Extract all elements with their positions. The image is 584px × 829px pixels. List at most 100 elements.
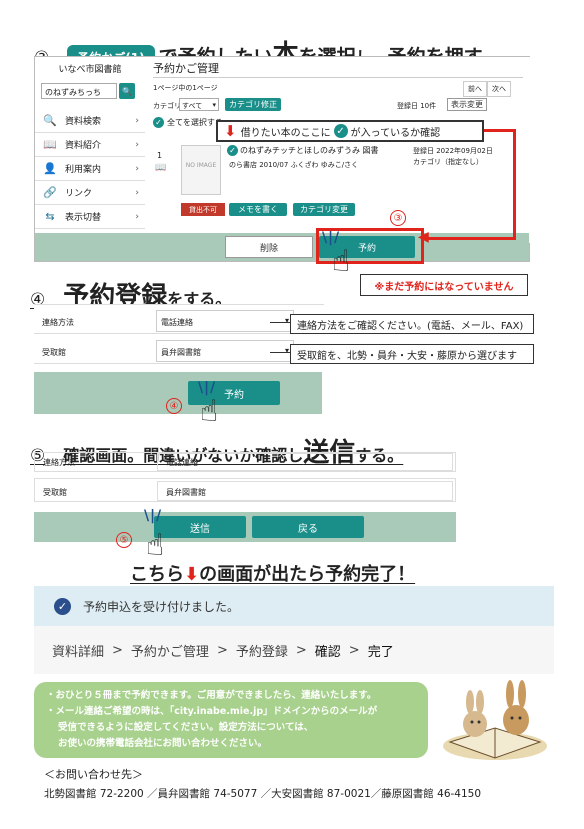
sidebar-item-4[interactable]: ⇆ 表示切替 › <box>35 205 145 229</box>
switch-icon: ⇆ <box>45 210 55 223</box>
category-change-button[interactable]: カテゴリ変更 <box>293 203 355 216</box>
chevron-right-icon: › <box>135 187 139 198</box>
book-icon: 📖 <box>43 138 57 151</box>
page-count: 1ページ中の1ページ <box>153 84 218 92</box>
sidebar-item-label: リンク <box>65 189 93 199</box>
callout-line <box>270 352 290 353</box>
link-icon: 🔗 <box>43 186 57 199</box>
category-label: カテゴリ <box>153 102 181 110</box>
reading-rabbits-illustration <box>443 680 547 760</box>
chevron-down-icon: ▾ <box>212 101 216 109</box>
step-marker: ④ <box>166 398 182 414</box>
search-icon: 🔍 <box>122 86 132 96</box>
notes-box: ・おひとり５冊まで予約できます。ご用意ができましたら、連絡いたします。 ・メール… <box>34 682 428 758</box>
sidebar-item-label: 資料検索 <box>65 117 102 127</box>
book-title-row[interactable]: ✓ のねずみチッチとほしのみずうみ 図書 <box>227 145 379 156</box>
delete-button[interactable]: 削除 <box>225 236 313 258</box>
send-button[interactable]: 送信 <box>154 516 246 538</box>
next-button[interactable]: 次へ <box>487 81 511 97</box>
search-button[interactable]: 🔍 <box>119 83 135 99</box>
check-icon: ✓ <box>333 124 348 138</box>
chevron-down-icon: ▾ <box>284 346 289 355</box>
breadcrumb-separator: > <box>295 642 307 658</box>
breadcrumb-item: 資料詳細 <box>52 644 105 660</box>
back-button[interactable]: 戻る <box>252 516 364 538</box>
chevron-down-icon: ▾ <box>284 316 289 325</box>
breadcrumb-item: 予約かご管理 <box>130 644 209 660</box>
pickup-callout: 受取館を、北勢・員弁・大安・藤原から選びます <box>290 344 534 364</box>
sidebar-item-1[interactable]: 📖 資料紹介 › <box>35 133 145 157</box>
contact-select[interactable]: 電話連絡 ▾ <box>156 310 294 332</box>
sidebar-menu: 🔍 資料検索 › 📖 資料紹介 › 👤 利用案内 › 🔗 リンク › ⇆ 表示切替 › <box>35 109 145 229</box>
breadcrumb-separator: > <box>112 642 123 658</box>
cart-screen: いなべ市図書館 のねずみちっち 🔍 🔍 資料検索 › 📖 資料紹介 › 👤 利用案内 › 🔗 リンク… <box>34 56 531 262</box>
complete-title: こちら⬇の画面が出たら予約完了！ <box>130 564 416 585</box>
page-title: 予約かご管理 <box>153 62 219 75</box>
accepted-banner: ✓ 予約申込を受け付けました。 <box>34 586 554 626</box>
check-circle-icon: ✓ <box>54 597 71 615</box>
confirm-contact-row: 連絡方法 電話連絡 <box>34 452 456 472</box>
arrow-down-icon: ⬇ <box>184 564 200 585</box>
prev-button[interactable]: 前へ <box>463 81 487 97</box>
check-icon: ✓ <box>153 117 164 128</box>
category-select[interactable]: すべて ▾ <box>179 98 219 111</box>
book-icon: 📖 <box>155 163 167 173</box>
breadcrumb-separator: > <box>216 642 228 658</box>
pickup-select[interactable]: 員弁図書館 ▾ <box>156 340 294 362</box>
contact-callout: 連絡方法をご確認ください。(電話、メール、FAX) <box>290 314 534 334</box>
book-category: カテゴリ（指定なし） <box>413 158 483 166</box>
step-marker: ⑤ <box>116 532 132 548</box>
arrow-down-icon: ⬇ <box>224 122 237 140</box>
sidebar: いなべ市図書館 のねずみちっち 🔍 🔍 資料検索 › 📖 資料紹介 › 👤 利用案内 › 🔗 リンク… <box>35 57 145 243</box>
sidebar-item-label: 表示切替 <box>65 213 102 223</box>
sidebar-item-0[interactable]: 🔍 資料検索 › <box>35 109 145 133</box>
memo-button[interactable]: メモを書く <box>229 203 287 216</box>
click-rays-icon: \ | / <box>144 508 161 524</box>
confirm-action-bar: 送信 戻る <box>34 512 456 542</box>
check-callout: ⬇ 借りたい本のここに ✓ が入っているか確認 <box>216 120 484 142</box>
display-change-button[interactable]: 表示変更 <box>447 98 487 111</box>
search-icon: 🔍 <box>43 114 57 127</box>
notice: ※まだ予約にはなっていません <box>360 274 528 296</box>
library-name: いなべ市図書館 <box>58 65 122 75</box>
chevron-right-icon: › <box>135 139 139 150</box>
sidebar-item-label: 資料紹介 <box>65 141 102 151</box>
sidebar-item-3[interactable]: 🔗 リンク › <box>35 181 145 205</box>
chevron-right-icon: › <box>135 115 139 126</box>
chevron-right-icon: › <box>135 163 139 174</box>
person-icon: 👤 <box>43 162 57 175</box>
sort-label: 登録日 10件 <box>397 102 437 110</box>
breadcrumb-item: 予約登録 <box>235 644 288 660</box>
loan-unavailable-badge: 貸出不可 <box>181 203 225 216</box>
sidebar-item-label: 利用案内 <box>65 165 102 175</box>
breadcrumb: 資料詳細 > 予約かご管理 > 予約登録 > 確認 > 完了 <box>34 626 554 674</box>
step-marker: ③ <box>390 210 406 226</box>
red-connector <box>424 237 516 240</box>
pickup-row: 受取館 員弁図書館 ▾ <box>34 338 322 364</box>
contact-numbers: 北勢図書館 72-2200 ／員弁図書館 74-5077 ／大安図書館 87-0… <box>44 788 482 800</box>
contact-title: ＜お問い合わせ先＞ <box>44 768 143 781</box>
breadcrumb-item: 確認 <box>314 644 341 660</box>
category-edit-button[interactable]: カテゴリ修正 <box>225 98 281 111</box>
book-title: のねずみチッチとほしのみずうみ 図書 <box>240 146 379 155</box>
sidebar-item-2[interactable]: 👤 利用案内 › <box>35 157 145 181</box>
check-icon: ✓ <box>227 145 238 156</box>
contact-row: 連絡方法 電話連絡 ▾ <box>34 308 322 334</box>
hand-pointer-icon: ☝ <box>200 394 219 429</box>
hand-pointer-icon: ☝ <box>146 528 165 563</box>
chevron-right-icon: › <box>135 211 139 222</box>
book-meta: のら書店 2010/07 ふくざわ ゆみこ/さく <box>229 161 359 169</box>
breadcrumb-separator: > <box>348 642 360 658</box>
no-image: NO IMAGE <box>181 145 221 195</box>
registration-date: 登録日 2022年09月02日 <box>413 147 493 155</box>
breadcrumb-item: 完了 <box>367 644 394 660</box>
main-panel: 予約かご管理 1ページ中の1ページ 前へ 次へ カテゴリ すべて ▾ カテゴリ修正… <box>145 57 531 243</box>
red-connector <box>484 129 516 239</box>
divider <box>153 77 523 78</box>
select-all[interactable]: ✓ 全てを選択する <box>153 117 223 128</box>
confirm-pickup-row: 受取館 員弁図書館 <box>34 478 456 502</box>
row-number: 1 <box>157 151 163 160</box>
search-input[interactable]: のねずみちっち <box>41 83 117 99</box>
hand-pointer-icon: ☝ <box>332 244 351 279</box>
callout-line <box>270 322 290 323</box>
